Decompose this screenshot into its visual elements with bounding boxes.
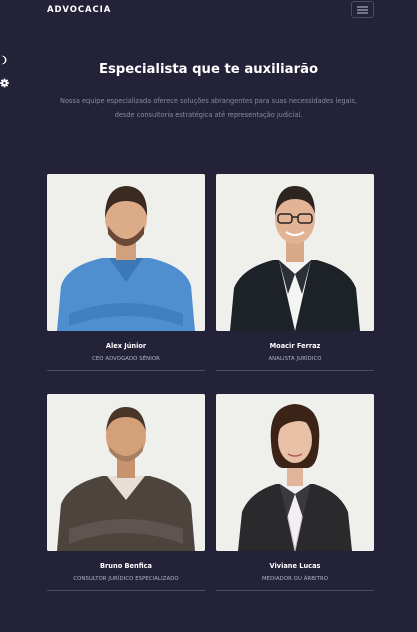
menu-toggle-button[interactable] bbox=[351, 1, 374, 18]
team-member-photo bbox=[216, 394, 374, 551]
team-card[interactable]: Viviane Lucas MEDIADOR OU ÁRBITRO bbox=[216, 394, 374, 591]
card-divider bbox=[216, 590, 374, 591]
team-member-photo bbox=[47, 394, 205, 551]
team-member-role: MEDIADOR OU ÁRBITRO bbox=[261, 576, 328, 582]
team-card[interactable]: Alex Júnior CEO ADVOGADO SÊNIOR bbox=[47, 174, 205, 371]
team-card[interactable]: Bruno Benfica CONSULTOR JURÍDICO ESPECIA… bbox=[47, 394, 205, 591]
team-member-photo bbox=[216, 174, 374, 331]
hamburger-menu-icon bbox=[357, 6, 368, 13]
team-member-role: CEO ADVOGADO SÊNIOR bbox=[92, 356, 160, 362]
gear-icon bbox=[0, 78, 9, 88]
team-member-name: Bruno Benfica bbox=[100, 562, 152, 570]
brand-logo[interactable]: ADVOCACIA bbox=[47, 5, 111, 15]
theme-toggle-button[interactable] bbox=[0, 50, 10, 65]
card-divider bbox=[47, 370, 205, 371]
section-subtitle: Nossa equipe especializada oferece soluç… bbox=[40, 95, 377, 122]
card-divider bbox=[47, 590, 205, 591]
navbar: ADVOCACIA bbox=[0, 0, 417, 22]
team-member-name: Alex Júnior bbox=[105, 342, 147, 350]
team-member-role: CONSULTOR JURÍDICO ESPECIALIZADO bbox=[73, 576, 179, 582]
team-member-name: Moacir Ferraz bbox=[269, 342, 321, 350]
section-title: Especialista que te auxiliarão bbox=[98, 62, 319, 77]
team-member-name: Viviane Lucas bbox=[269, 562, 321, 570]
team-member-role: ANALISTA JURÍDICO bbox=[268, 356, 322, 362]
team-member-photo bbox=[47, 174, 205, 331]
team-card[interactable]: Moacir Ferraz ANALISTA JURÍDICO bbox=[216, 174, 374, 371]
card-divider bbox=[216, 370, 374, 371]
section-subtitle-line: Nossa equipe especializada oferece soluç… bbox=[60, 97, 357, 105]
section-subtitle-line: desde consultoria estratégica até repres… bbox=[114, 110, 303, 119]
